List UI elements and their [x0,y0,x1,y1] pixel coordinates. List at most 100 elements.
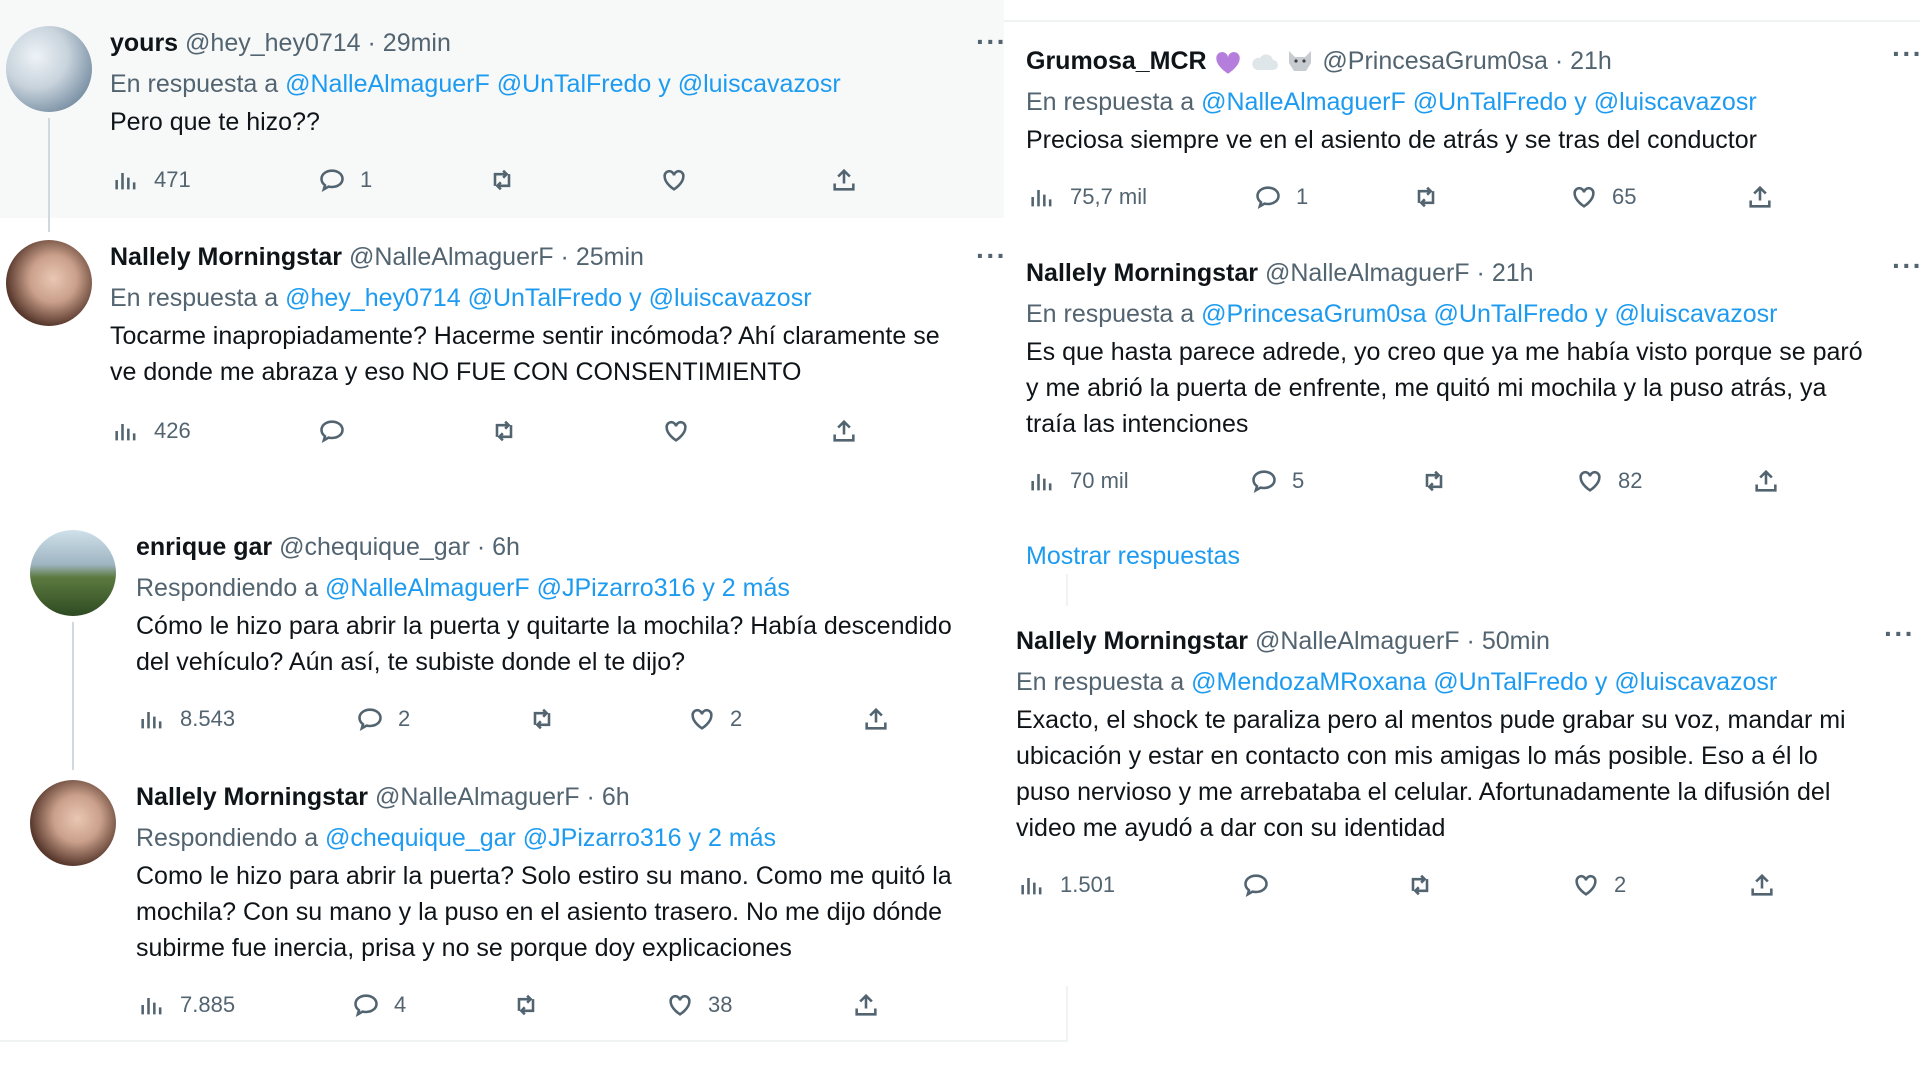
views-button[interactable]: 75,7 mil [1028,183,1254,211]
timestamp[interactable]: 25min [576,243,644,271]
user-handle[interactable]: @NalleAlmaguerF [349,243,554,271]
user-handle[interactable]: @chequique_gar [279,533,470,561]
reply-button[interactable]: 5 [1250,467,1420,495]
mention-link[interactable]: @NalleAlmaguerF [325,574,530,602]
show-replies-link[interactable]: Mostrar respuestas [1026,542,1240,571]
more-icon[interactable]: ··· [976,26,1004,58]
mention-link[interactable]: @luiscavazosr [678,70,841,98]
timestamp[interactable]: 21h [1492,259,1534,287]
share-button[interactable] [852,991,880,1019]
user-handle[interactable]: @hey_hey0714 [185,29,361,57]
user-handle[interactable]: @NalleAlmaguerF [1255,627,1460,655]
views-button[interactable]: 8.543 [138,705,356,733]
retweet-button[interactable] [1420,467,1576,495]
mention-link[interactable]: @JPizarro316 [523,824,682,852]
mention-link[interactable]: @hey_hey0714 [285,284,461,312]
avatar[interactable] [30,780,116,866]
timestamp[interactable]: 29min [383,29,451,57]
tweet-nallely-50min[interactable]: Nallely Morningstar @NalleAlmaguerF · 50… [1004,606,1920,986]
tweet-text-line: video me ayudó a dar con su identidad [1016,814,1446,842]
mention-link[interactable]: @UnTalFredo [1413,88,1568,116]
more-icon[interactable]: ··· [1892,38,1920,70]
mention-link[interactable]: @luiscavazosr [1614,668,1777,696]
like-button[interactable] [660,166,830,194]
user-handle[interactable]: @NalleAlmaguerF [1265,259,1470,287]
views-button[interactable]: 1.501 [1018,871,1242,899]
retweet-icon [1411,874,1429,896]
mention-link[interactable]: @UnTalFredo [497,70,652,98]
share-button[interactable] [1752,467,1780,495]
timestamp[interactable]: 6h [492,533,520,561]
tweet-nallely-6h[interactable]: Nallely Morningstar @NalleAlmaguerF · 6h… [0,756,1066,1040]
reply-button[interactable] [1242,871,1406,899]
reply-button[interactable] [318,417,490,445]
views-button[interactable]: 70 mil [1028,467,1250,495]
mention-link[interactable]: @JPizarro316 [537,574,696,602]
share-button[interactable] [1746,183,1774,211]
like-button[interactable] [662,417,830,445]
mention-link[interactable]: @luiscavazosr [649,284,812,312]
mention-conjunction: y [1595,300,1608,328]
reply-button[interactable]: 1 [1254,183,1412,211]
like-button[interactable]: 38 [666,991,852,1019]
share-button[interactable] [1748,871,1776,899]
mention-link[interactable]: @UnTalFredo [1433,668,1588,696]
views-button[interactable]: 7.885 [138,991,352,1019]
like-button[interactable]: 2 [688,705,862,733]
mention-link[interactable]: @chequique_gar [325,824,516,852]
share-button[interactable] [830,166,858,194]
display-name[interactable]: Nallely Morningstar [1026,259,1258,287]
tweet-text: Es que hasta parece adrede, yo creo que … [1026,334,1863,442]
avatar[interactable] [6,26,92,112]
mention-link[interactable]: @NalleAlmaguerF [1201,88,1406,116]
user-handle[interactable]: @NalleAlmaguerF [375,783,580,811]
display-name[interactable]: enrique gar [136,533,272,561]
tweet-nallely-21h[interactable]: Nallely Morningstar @NalleAlmaguerF · 21… [1004,236,1920,516]
mention-link[interactable]: @UnTalFredo [468,284,623,312]
tweet-enrique[interactable]: enrique gar @chequique_gar · 6h Respondi… [0,506,1066,770]
mention-link[interactable]: @luiscavazosr [1615,300,1778,328]
share-icon [1755,469,1777,492]
mention-link[interactable]: @MendozaMRoxana [1191,668,1426,696]
like-button[interactable]: 2 [1572,871,1748,899]
more-mentions-link[interactable]: y 2 más [689,824,777,852]
tweet-yours[interactable]: yours @hey_hey0714 · 29min ··· En respue… [0,0,1004,218]
share-button[interactable] [862,705,890,733]
display-name[interactable]: Grumosa_MCR [1026,47,1207,75]
like-button[interactable]: 82 [1576,467,1752,495]
display-name[interactable]: Nallely Morningstar [110,243,342,271]
mention-link[interactable]: @NalleAlmaguerF [285,70,490,98]
tweet-grumosa[interactable]: Grumosa_MCR @PrincesaGrum0sa · 21h ··· E… [1004,22,1920,228]
retweet-button[interactable] [528,705,688,733]
like-button[interactable]: 65 [1570,183,1746,211]
more-mentions-link[interactable]: y 2 más [702,574,790,602]
timestamp[interactable]: 21h [1570,47,1612,75]
retweet-button[interactable] [488,166,660,194]
more-icon[interactable]: ··· [976,240,1004,272]
mention-link[interactable]: @UnTalFredo [1434,300,1589,328]
views-button[interactable]: 426 [112,417,318,445]
timestamp[interactable]: 50min [1482,627,1550,655]
avatar[interactable] [30,530,116,616]
retweet-button[interactable] [512,991,666,1019]
retweet-button[interactable] [1406,871,1572,899]
display-name[interactable]: yours [110,29,178,57]
more-icon[interactable]: ··· [1884,618,1915,650]
reply-button[interactable]: 2 [356,705,528,733]
user-handle[interactable]: @PrincesaGrum0sa [1322,47,1547,75]
views-button[interactable]: 471 [112,166,318,194]
more-icon[interactable]: ··· [1892,250,1920,282]
display-name[interactable]: Nallely Morningstar [1016,627,1248,655]
display-name[interactable]: Nallely Morningstar [136,783,368,811]
retweet-button[interactable] [1412,183,1570,211]
mention-link[interactable]: @luiscavazosr [1594,88,1757,116]
tweet-nallely-25min[interactable]: Nallely Morningstar @NalleAlmaguerF · 25… [0,218,1004,488]
reply-button[interactable]: 1 [318,166,488,194]
mention-link[interactable]: @PrincesaGrum0sa [1201,300,1426,328]
reply-context: En respuesta a @NalleAlmaguerF @UnTalFre… [1026,87,1757,117]
retweet-button[interactable] [490,417,662,445]
reply-button[interactable]: 4 [352,991,512,1019]
avatar[interactable] [6,240,92,326]
share-button[interactable] [830,417,858,445]
timestamp[interactable]: 6h [602,783,630,811]
